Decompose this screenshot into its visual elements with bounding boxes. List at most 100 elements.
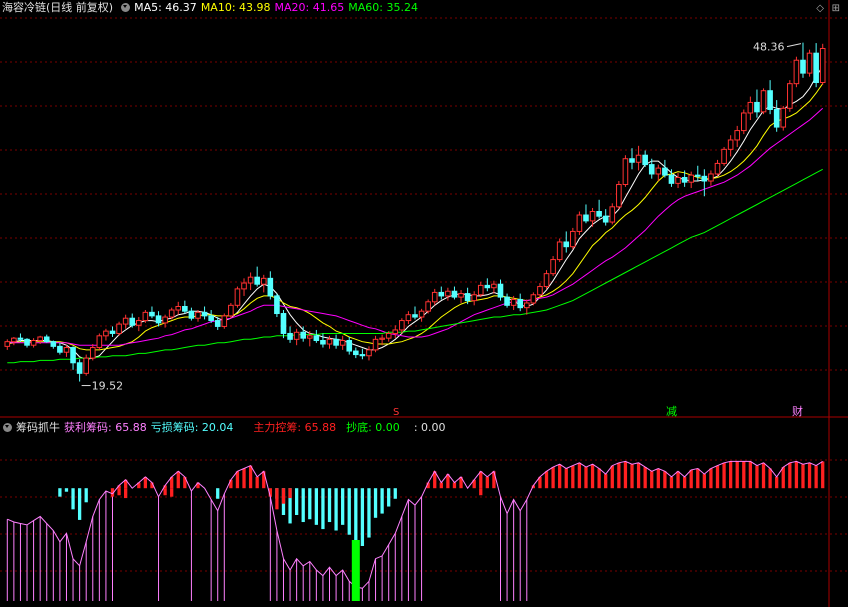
- candle-body: [333, 338, 339, 346]
- grid-lines: [0, 0, 848, 607]
- candle-body: [780, 107, 787, 128]
- candle-body: [740, 112, 747, 132]
- candle-body: [385, 332, 392, 339]
- indicator-panel: [6, 460, 825, 601]
- candle-body: [366, 349, 372, 357]
- candle-body: [662, 167, 668, 176]
- candle-body: [50, 341, 57, 347]
- candle-body: [392, 329, 399, 334]
- candle-body: [688, 174, 694, 183]
- event-s-marker[interactable]: S: [393, 407, 399, 418]
- candle-body: [254, 276, 260, 285]
- candle-body: [510, 298, 517, 306]
- chart-labels: 48.36 19.52 S 减 财: [92, 41, 803, 418]
- candle-body: [635, 154, 642, 163]
- candle-body: [747, 101, 754, 114]
- candle-body: [484, 284, 491, 289]
- candle-body: [136, 320, 142, 326]
- high-label-arrow: [786, 43, 802, 48]
- candle-body: [609, 206, 616, 223]
- price-chart[interactable]: 48.36 19.52 S 减 财: [0, 0, 848, 607]
- candle-body: [155, 315, 162, 324]
- candle-body: [214, 320, 221, 327]
- candle-body: [63, 347, 70, 353]
- candle-body: [359, 354, 366, 357]
- candle-body: [168, 309, 175, 318]
- candle-body: [103, 330, 109, 337]
- candle-body: [24, 338, 30, 346]
- candle-body: [773, 108, 780, 128]
- candle-body: [162, 316, 168, 324]
- candle-body: [43, 336, 50, 343]
- candle-body: [405, 314, 412, 322]
- candle-body: [353, 350, 359, 356]
- candle-body: [208, 315, 214, 322]
- candle-body: [497, 283, 504, 298]
- candle-body: [589, 211, 596, 222]
- candle-body: [175, 305, 182, 311]
- candle-body: [221, 315, 228, 327]
- candle-body: [346, 340, 353, 352]
- candle-body: [800, 59, 806, 74]
- candle-body: [129, 317, 136, 326]
- candle-body: [30, 340, 37, 346]
- candle-body: [471, 294, 477, 302]
- candle-body: [182, 305, 188, 312]
- candle-body: [326, 338, 333, 345]
- candle-body: [622, 158, 629, 186]
- candle-body: [149, 311, 155, 317]
- candlesticks: [4, 42, 826, 387]
- candle-body: [122, 317, 129, 325]
- candle-body: [793, 59, 800, 85]
- candle-body: [504, 296, 510, 306]
- candle-body: [445, 290, 451, 297]
- candle-body: [458, 293, 464, 298]
- low-price-label: 19.52: [92, 380, 124, 393]
- candle-body: [563, 241, 570, 248]
- event-finance-marker[interactable]: 财: [792, 404, 803, 418]
- candle-body: [313, 335, 320, 341]
- candle-body: [760, 90, 767, 113]
- event-reduce-marker[interactable]: 减: [666, 405, 677, 418]
- candle-body: [517, 298, 524, 309]
- candle-body: [287, 332, 293, 340]
- candle-body: [629, 158, 635, 163]
- bottom-signal-bar: [351, 540, 360, 601]
- candle-body: [234, 288, 241, 306]
- candle-body: [142, 311, 149, 322]
- candle-body: [668, 174, 675, 184]
- candle-body: [267, 277, 274, 297]
- candle-body: [247, 276, 254, 284]
- candle-body: [379, 337, 385, 340]
- ma-line-ma60: [7, 168, 823, 364]
- candle-body: [339, 340, 346, 346]
- candle-body: [4, 341, 11, 347]
- candle-body: [451, 290, 458, 298]
- candle-body: [201, 311, 208, 317]
- candle-body: [17, 337, 24, 340]
- candle-body: [537, 286, 543, 296]
- candle-body: [550, 259, 556, 275]
- candle-body: [616, 184, 622, 208]
- candle-body: [477, 284, 484, 296]
- candle-body: [431, 291, 438, 303]
- candle-body: [57, 345, 63, 353]
- candle-body: [425, 301, 431, 312]
- candle-body: [464, 293, 471, 302]
- candle-body: [116, 323, 122, 334]
- candle-body: [819, 47, 826, 83]
- candle-body: [320, 340, 326, 345]
- candle-body: [714, 162, 721, 175]
- candle-body: [300, 331, 307, 339]
- candle-body: [543, 273, 550, 288]
- candle-body: [188, 310, 195, 319]
- candle-body: [418, 310, 425, 318]
- candle-body: [372, 338, 379, 351]
- candle-body: [721, 148, 727, 164]
- candle-body: [399, 320, 405, 331]
- candle-body: [96, 335, 103, 349]
- candle-body: [280, 313, 287, 334]
- candle-body: [530, 294, 537, 304]
- candle-body: [293, 331, 300, 340]
- candle-body: [76, 362, 83, 374]
